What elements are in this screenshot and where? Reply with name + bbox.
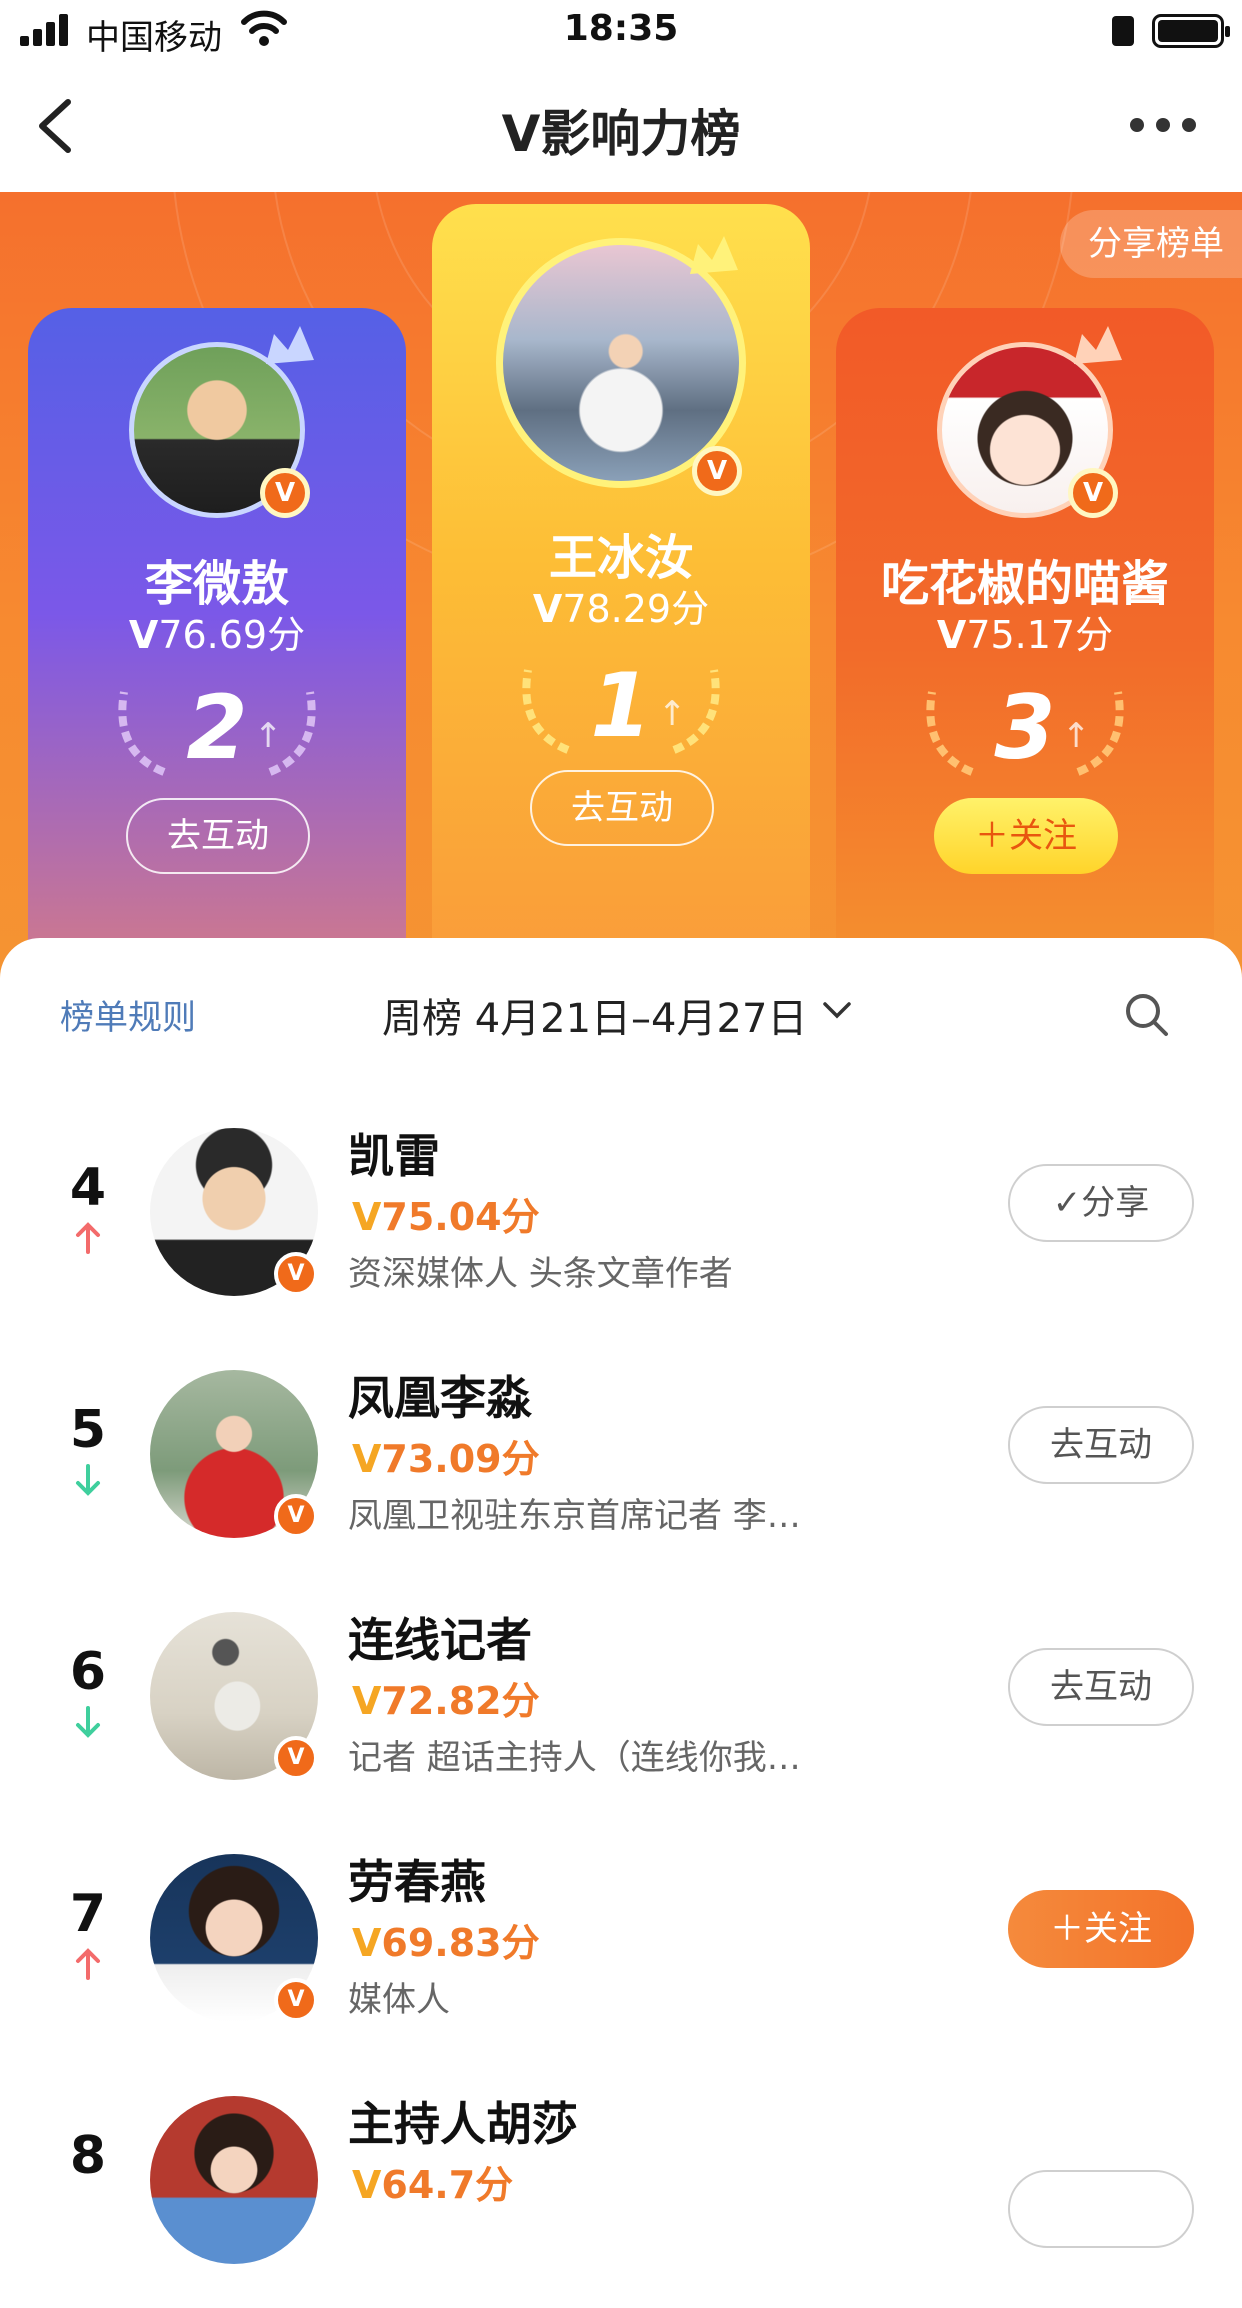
- list-item[interactable]: 5 V 凤凰李淼 V73.09分 凤凰卫视驻东京首席记者 李… 去互动: [0, 1342, 1242, 1582]
- period-selector[interactable]: 周榜 4月21日–4月27日: [382, 986, 807, 1044]
- podium-rank: 1 ↑: [432, 650, 810, 760]
- follow-button[interactable]: ＋关注: [934, 798, 1118, 874]
- crown-icon: [266, 326, 314, 364]
- top-three-podium: 分享榜单 V 李微敖 V76.69分 2 ↑ 去互动 V 王冰汝 V78.29分…: [0, 192, 1242, 982]
- rank-number: 7: [69, 1884, 107, 1944]
- user-description: 凤凰卫视驻东京首席记者 李…: [348, 1496, 801, 1536]
- rank-number: 4: [69, 1158, 107, 1218]
- navigation-bar: V影响力榜: [0, 62, 1242, 192]
- battery-icon: [1152, 14, 1230, 48]
- user-description: 媒体人: [348, 1980, 450, 2020]
- podium-score: V75.17分: [936, 613, 1114, 657]
- list-item[interactable]: 7 V 劳春燕 V69.83分 媒体人 ＋关注: [0, 1826, 1242, 2066]
- follow-button[interactable]: ＋关注: [1008, 1890, 1194, 1968]
- user-description: 资深媒体人 头条文章作者: [348, 1254, 733, 1294]
- podium-score: V76.69分: [128, 613, 306, 657]
- verified-badge-icon: V: [260, 468, 310, 518]
- user-name[interactable]: 连线记者: [348, 1604, 532, 1670]
- interact-button[interactable]: [1008, 2170, 1194, 2248]
- chevron-down-icon[interactable]: [822, 1000, 852, 1020]
- list-item[interactable]: 4 V 凯雷 V75.04分 资深媒体人 头条文章作者 ✓分享: [0, 1100, 1242, 1340]
- interact-button[interactable]: 去互动: [1008, 1406, 1194, 1484]
- status-bar: 中国移动 18:35: [0, 0, 1242, 62]
- rank-number: 8: [69, 2126, 107, 2186]
- share-leaderboard-button[interactable]: 分享榜单: [1060, 210, 1242, 278]
- rules-link[interactable]: 榜单规则: [60, 990, 196, 1039]
- podium-score: V78.29分: [532, 587, 710, 631]
- verified-badge-icon: V: [274, 1736, 318, 1780]
- rank-number: 5: [69, 1400, 107, 1460]
- trend-down-icon: [76, 1464, 100, 1496]
- verified-badge-icon: V: [274, 1252, 318, 1296]
- interact-button[interactable]: 去互动: [1008, 1648, 1194, 1726]
- podium-card-rank-1[interactable]: V 王冰汝 V78.29分 1 ↑ 去互动: [432, 204, 810, 982]
- share-button[interactable]: ✓分享: [1008, 1164, 1194, 1242]
- laurel-icon: [268, 691, 316, 776]
- laurel-icon: [672, 669, 720, 754]
- user-name[interactable]: 凯雷: [348, 1120, 440, 1186]
- podium-card-rank-2[interactable]: V 李微敖 V76.69分 2 ↑ 去互动: [28, 308, 406, 982]
- user-score: V73.09分: [352, 1437, 540, 1481]
- podium-rank: 3 ↑: [836, 672, 1214, 782]
- more-dots-icon[interactable]: [1130, 118, 1200, 138]
- podium-rank: 2 ↑: [28, 672, 406, 782]
- page-title: V影响力榜: [501, 105, 741, 163]
- list-item[interactable]: 8 主持人胡莎 V64.7分: [0, 2068, 1242, 2308]
- user-score: V75.04分: [352, 1195, 540, 1239]
- verified-badge-icon: V: [274, 1978, 318, 2022]
- verified-badge-icon: V: [274, 1494, 318, 1538]
- trend-down-icon: [76, 1706, 100, 1738]
- user-score: V69.83分: [352, 1921, 540, 1965]
- verified-badge-icon: V: [1068, 468, 1118, 518]
- verified-badge-icon: V: [692, 446, 742, 496]
- list-item[interactable]: 6 V 连线记者 V72.82分 记者 超话主持人（连线你我… 去互动: [0, 1584, 1242, 1824]
- crown-icon: [1074, 326, 1122, 364]
- podium-card-rank-3[interactable]: V 吃花椒的喵酱 V75.17分 3 ↑ ＋关注: [836, 308, 1214, 982]
- laurel-icon: [1076, 691, 1124, 776]
- ranking-list-panel: 榜单规则 周榜 4月21日–4月27日 4 V 凯雷 V75.04分 资深媒体人…: [0, 938, 1242, 2264]
- user-description: 记者 超话主持人（连线你我…: [348, 1738, 801, 1778]
- crown-icon: [690, 236, 738, 274]
- user-name[interactable]: 劳春燕: [348, 1846, 486, 1912]
- orientation-lock-icon: [1112, 16, 1134, 46]
- trend-up-icon: [76, 1222, 100, 1254]
- search-icon[interactable]: [1124, 992, 1170, 1038]
- user-name[interactable]: 凤凰李淼: [348, 1362, 532, 1428]
- avatar[interactable]: [150, 2096, 318, 2264]
- user-score: V72.82分: [352, 1679, 540, 1723]
- trend-up-icon: [76, 1948, 100, 1980]
- clock: 18:35: [563, 8, 679, 49]
- user-name[interactable]: 主持人胡莎: [348, 2088, 578, 2154]
- user-score: V64.7分: [352, 2163, 514, 2207]
- interact-button[interactable]: 去互动: [126, 798, 310, 874]
- interact-button[interactable]: 去互动: [530, 770, 714, 846]
- rank-number: 6: [69, 1642, 107, 1702]
